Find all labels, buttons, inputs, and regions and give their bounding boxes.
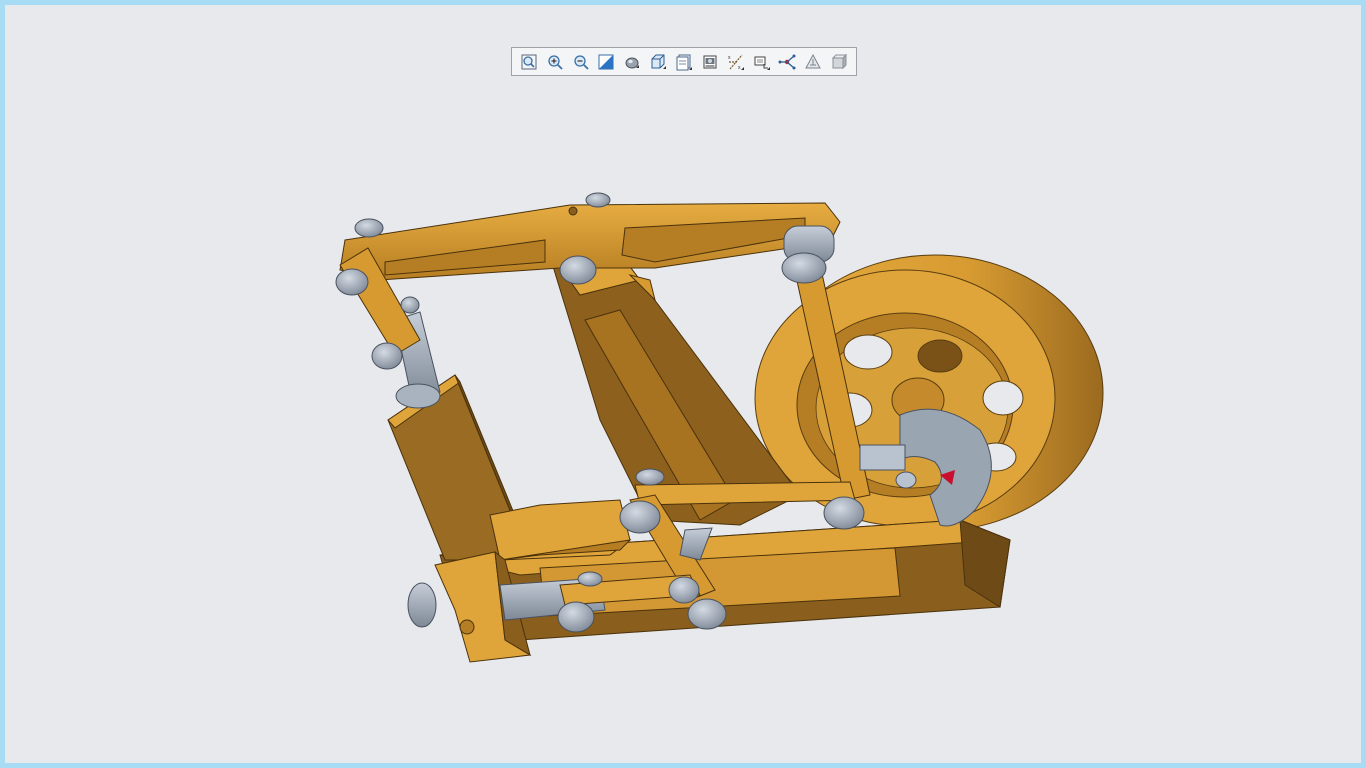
display-style-icon [625, 57, 640, 68]
zoom-fit-icon [521, 54, 537, 69]
appearance-button[interactable] [826, 50, 852, 74]
repaint-icon [598, 54, 614, 69]
saved-orientations-button[interactable] [645, 50, 671, 74]
bolt-center-upper [559, 255, 597, 285]
section-view-icon [754, 56, 770, 70]
perspective-view-icon [703, 55, 717, 68]
mechanism-assembly-model[interactable] [5, 5, 1361, 763]
graphics-toolbar: xx [511, 47, 857, 76]
annotation-display-icon [805, 53, 822, 68]
bolt-front-a [557, 601, 595, 633]
spin-center-icon [778, 54, 796, 69]
zoom-out-button[interactable] [568, 50, 594, 74]
pin-lower-right [823, 496, 865, 530]
display-style-button[interactable] [619, 50, 645, 74]
bolt-left-upper [335, 268, 369, 296]
spin-center-button[interactable] [774, 50, 800, 74]
bolt-left-small [400, 296, 420, 314]
bolt-left-mid [371, 342, 403, 370]
svg-text:x: x [728, 55, 731, 61]
svg-text:x: x [738, 65, 741, 71]
pin-right-upper [781, 225, 835, 284]
annotation-display-button[interactable] [800, 50, 826, 74]
zoom-in-button[interactable] [542, 50, 568, 74]
bolt-front-d [577, 571, 603, 587]
view-manager-icon [676, 54, 692, 70]
datum-display-filters-button[interactable]: xx [723, 50, 749, 74]
bolt-front-c [687, 598, 727, 630]
repaint-button[interactable] [594, 50, 620, 74]
bolt-front-b [668, 576, 700, 604]
bolt-lower-left-top [635, 468, 665, 486]
datum-display-filters-icon: xx [728, 54, 744, 71]
view-manager-button[interactable] [671, 50, 697, 74]
refit-button[interactable] [516, 50, 542, 74]
zoom-in-icon [548, 54, 563, 70]
perspective-view-button[interactable] [697, 50, 723, 74]
section-view-button[interactable] [749, 50, 775, 74]
saved-orientations-icon [651, 54, 667, 69]
pin-lower-left [619, 500, 661, 534]
appearance-icon [831, 53, 848, 69]
graphics-viewport[interactable]: xx [5, 5, 1361, 763]
zoom-out-icon [573, 54, 589, 70]
bolt-left-top [354, 218, 384, 238]
bolt-beam-top [585, 192, 611, 208]
